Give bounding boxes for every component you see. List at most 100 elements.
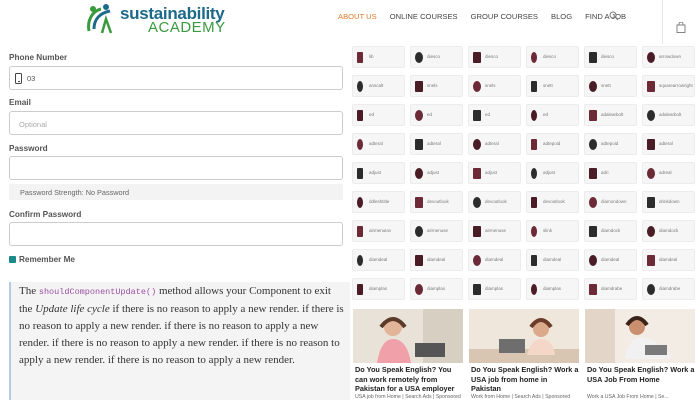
icon-cell[interactable]: diamdeal <box>526 249 579 271</box>
nav-group-courses[interactable]: GROUP COURSES <box>471 12 538 21</box>
ad-card-3[interactable]: Do You Speak English? Work a USA Job Fro… <box>585 309 695 400</box>
icon-cell-label: diamdrabe <box>601 286 623 291</box>
ad-source-2: Work from Home | Search Ads | Sponsored <box>471 394 571 400</box>
icon-cell[interactable]: diamdrabe <box>642 278 695 300</box>
icon-cell[interactable]: arrowdown <box>642 46 695 68</box>
icon-cell[interactable]: diamplas <box>468 278 521 300</box>
icon-cell[interactable]: adteral <box>410 133 463 155</box>
ad-card-1[interactable]: Do You Speak English? You can work remot… <box>353 309 463 400</box>
icon-cell[interactable]: diamdrabe <box>584 278 637 300</box>
glyph-icon <box>415 197 423 208</box>
confirm-password-field[interactable] <box>9 222 343 246</box>
icon-cell[interactable]: adteral <box>352 133 405 155</box>
icon-cell[interactable]: diesco <box>468 46 521 68</box>
glyph-icon <box>473 226 481 237</box>
glyph-icon <box>589 168 597 179</box>
nav-about-us[interactable]: ABOUT US <box>338 12 377 21</box>
remember-label: Remember Me <box>19 255 75 264</box>
icon-cell[interactable]: snels <box>468 75 521 97</box>
icon-cell-label: diamplas <box>369 286 388 291</box>
icon-cell[interactable]: adjust <box>352 162 405 184</box>
icon-cell[interactable]: adtepoid <box>526 133 579 155</box>
icon-cell[interactable]: ed <box>468 104 521 126</box>
glyph-icon <box>647 226 655 237</box>
icon-cell-label: airmenuse <box>427 228 449 233</box>
icon-cell[interactable]: ed <box>352 104 405 126</box>
glyph-icon <box>415 139 423 150</box>
nav-find-a-job[interactable]: FIND A JOB <box>585 12 626 21</box>
icon-cell[interactable]: adalearbolt <box>584 104 637 126</box>
icon-cell[interactable]: diamdock <box>584 220 637 242</box>
icon-cell[interactable]: diesco <box>526 46 579 68</box>
icon-cell[interactable]: devoutlook <box>410 191 463 213</box>
icon-cell[interactable]: adjust <box>526 162 579 184</box>
icon-cell[interactable]: anscalt <box>352 75 405 97</box>
icon-cell[interactable]: diamdeal <box>468 249 521 271</box>
password-strength-text: Password Strength: No Password <box>20 188 130 197</box>
icon-cell-label: snett <box>543 83 553 88</box>
icon-cell[interactable]: devoutlook <box>526 191 579 213</box>
icon-cell[interactable]: adalearbolt <box>642 104 695 126</box>
icon-cell[interactable]: diamplas <box>410 278 463 300</box>
icon-cell[interactable]: adri <box>584 162 637 184</box>
icon-cell[interactable]: adjust <box>410 162 463 184</box>
icon-cell[interactable]: diesco <box>584 46 637 68</box>
icon-cell[interactable]: adjust <box>468 162 521 184</box>
icon-cell[interactable]: diamdeal <box>584 249 637 271</box>
icon-cell[interactable]: adtepoid <box>584 133 637 155</box>
glyph-icon <box>473 284 481 295</box>
icon-cell[interactable]: diamdeal <box>410 249 463 271</box>
icon-cell[interactable]: adreal <box>642 162 695 184</box>
ad-title-3[interactable]: Do You Speak English? Work a USA Job Fro… <box>587 365 695 384</box>
main-nav: ABOUT US ONLINE COURSES GROUP COURSES BL… <box>338 12 639 21</box>
icon-cell[interactable]: diamdeal <box>352 249 405 271</box>
icon-cell[interactable]: airmenutov <box>352 220 405 242</box>
icon-cell[interactable]: adteral <box>468 133 521 155</box>
icon-cell[interactable]: snett <box>526 75 579 97</box>
email-field[interactable]: Optional <box>9 111 343 135</box>
glyph-icon <box>357 52 363 63</box>
site-logo[interactable]: sustainability ACADEMY <box>84 3 244 36</box>
icon-cell[interactable]: diamdock <box>642 220 695 242</box>
remember-checkbox[interactable] <box>9 256 16 263</box>
icon-cell-label: adteral <box>427 141 441 146</box>
glyph-icon <box>415 81 423 92</box>
icon-cell-label: lib <box>369 54 374 59</box>
icon-cell[interactable]: slink <box>526 220 579 242</box>
icon-cell-label: adjust <box>427 170 440 175</box>
nav-blog[interactable]: BLOG <box>551 12 572 21</box>
ad-title-1[interactable]: Do You Speak English? You can work remot… <box>355 365 463 394</box>
icon-cell-label: anscalt <box>369 83 384 88</box>
ad-image-woman-laptop <box>469 309 579 363</box>
icon-cell[interactable]: diesco <box>410 46 463 68</box>
glyph-icon <box>647 52 655 63</box>
icon-cell[interactable]: airmenuse <box>468 220 521 242</box>
icon-cell[interactable]: ed <box>526 104 579 126</box>
icon-cell[interactable]: ddleshtitle <box>352 191 405 213</box>
icon-cell[interactable]: ed <box>410 104 463 126</box>
icon-cell[interactable]: drinkdown <box>642 191 695 213</box>
search-icon[interactable] <box>609 11 619 21</box>
icon-cell[interactable]: squarearrowright <box>642 75 695 97</box>
icon-cell[interactable]: diamplas <box>526 278 579 300</box>
remember-me[interactable]: Remember Me <box>9 255 75 264</box>
ad-title-2[interactable]: Do You Speak English? Work a USA job fro… <box>471 365 579 394</box>
mobile-phone-icon <box>15 73 22 84</box>
icon-cell[interactable]: diamdeal <box>642 249 695 271</box>
ad-card-2[interactable]: Do You Speak English? Work a USA job fro… <box>469 309 579 400</box>
icon-cell[interactable]: adteral <box>642 133 695 155</box>
phone-field[interactable]: 03 <box>9 66 343 90</box>
shopping-bag-icon[interactable] <box>676 22 686 33</box>
icon-cell[interactable]: snett <box>584 75 637 97</box>
icon-cell[interactable]: diamplas <box>352 278 405 300</box>
logo-text-secondary: ACADEMY <box>148 19 226 36</box>
glyph-icon <box>357 197 363 208</box>
nav-online-courses[interactable]: ONLINE COURSES <box>390 12 458 21</box>
password-field[interactable] <box>9 156 343 180</box>
icon-cell[interactable]: diamondown <box>584 191 637 213</box>
icon-cell[interactable]: lib <box>352 46 405 68</box>
icon-cell[interactable]: snels <box>410 75 463 97</box>
icon-cell[interactable]: airmenuse <box>410 220 463 242</box>
icon-cell[interactable]: devoutlook <box>468 191 521 213</box>
glyph-icon <box>473 139 481 150</box>
